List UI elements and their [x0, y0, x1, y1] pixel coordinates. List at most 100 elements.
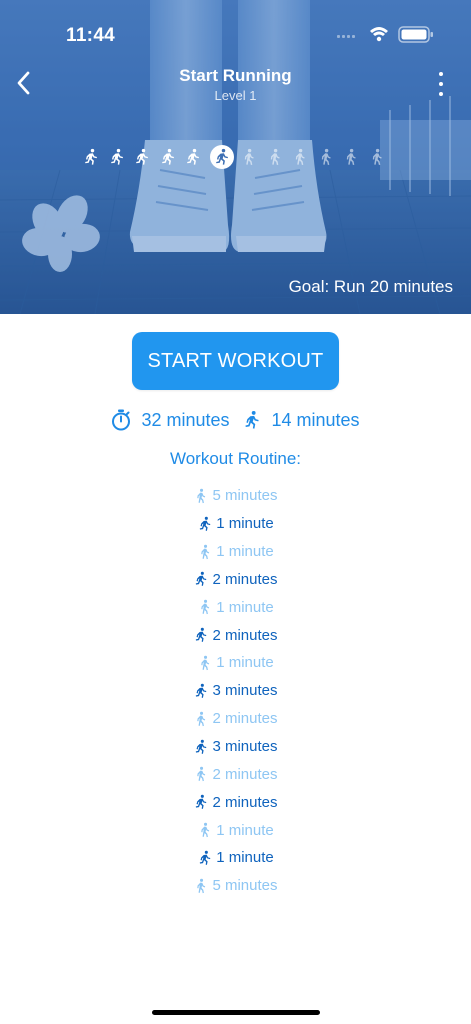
walker-icon: [347, 148, 357, 165]
routine-item: 2 minutes: [0, 705, 471, 733]
battery-icon: [398, 26, 433, 43]
level-step-8[interactable]: [264, 145, 286, 169]
routine-item: 5 minutes: [0, 482, 471, 510]
level-step-3[interactable]: [131, 145, 153, 169]
runner-icon: [193, 739, 209, 755]
level-step-2[interactable]: [106, 145, 128, 169]
routine-item: 5 minutes: [0, 872, 471, 900]
runner-icon: [216, 148, 228, 165]
runner-icon: [196, 739, 207, 754]
routine-item-label: 1 minute: [216, 543, 274, 561]
status-bar: 11:44: [0, 0, 471, 60]
routine-item: 1 minute: [0, 816, 471, 844]
walker-icon: [197, 655, 213, 671]
more-vertical-icon: [439, 72, 443, 76]
routine-item-label: 1 minute: [216, 515, 274, 533]
total-time-stat: 32 minutes: [111, 409, 230, 431]
walker-icon: [321, 148, 331, 165]
walker-icon: [193, 488, 209, 504]
routine-item-label: 1 minute: [216, 654, 274, 672]
routine-title: Workout Routine:: [169, 449, 302, 468]
walker-icon: [197, 822, 213, 838]
runner-icon: [85, 148, 97, 165]
hero-banner: 11:44 Start Running Level 1 Goal: Run 20…: [0, 0, 471, 314]
routine-item-label: 1 minute: [216, 849, 274, 867]
level-step-5[interactable]: [182, 145, 204, 169]
runner-icon: [193, 683, 209, 699]
routine-item-label: 2 minutes: [212, 765, 278, 783]
routine-list: 5 minutes 1 minute 1 minute 2 minutes 1 minu…: [0, 482, 471, 900]
walker-icon: [295, 148, 305, 165]
page-title: Start Running: [179, 66, 292, 85]
routine-item: 2 minutes: [0, 788, 471, 816]
runner-icon: [161, 148, 174, 165]
runner-icon: [200, 516, 211, 531]
walker-icon: [270, 148, 280, 165]
routine-item: 2 minutes: [0, 621, 471, 649]
walker-icon: [197, 878, 206, 893]
running-time-stat: 14 minutes: [242, 409, 360, 431]
goal-text: Goal: Run 20 minutes: [288, 277, 453, 296]
running-time-value: 14 minutes: [271, 409, 360, 430]
level-step-10[interactable]: [315, 145, 337, 169]
runner-icon: [196, 683, 207, 698]
routine-item-label: 1 minute: [216, 598, 274, 616]
runner-icon: [110, 148, 123, 165]
walker-icon: [197, 711, 206, 726]
level-step-7[interactable]: [238, 145, 260, 169]
routine-item: 1 minute: [0, 844, 471, 872]
walker-icon: [201, 822, 210, 838]
runner-icon: [196, 572, 207, 587]
routine-item: 1 minute: [0, 510, 471, 538]
routine-item: 1 minute: [0, 593, 471, 621]
level-step-11[interactable]: [340, 145, 362, 169]
runner-icon: [196, 795, 207, 810]
wifi-icon: [370, 27, 388, 42]
runner-icon: [193, 627, 209, 643]
level-step-9[interactable]: [289, 145, 311, 169]
more-menu-button[interactable]: [435, 72, 447, 96]
runner-icon: [197, 850, 213, 866]
stopwatch-icon: [112, 409, 131, 431]
workout-stats: 32 minutes 14 minutes: [0, 406, 471, 434]
runner-icon: [245, 411, 259, 429]
level-step-4[interactable]: [157, 145, 179, 169]
level-step-6[interactable]: [209, 145, 234, 169]
runner-icon: [197, 516, 213, 532]
routine-item: 1 minute: [0, 538, 471, 566]
walker-icon: [197, 544, 213, 560]
runner-icon: [187, 148, 200, 165]
runner-icon: [193, 571, 209, 587]
walker-icon: [193, 766, 209, 782]
level-step-12[interactable]: [366, 145, 388, 169]
runner-icon: [136, 148, 149, 165]
routine-item-label: 2 minutes: [212, 710, 278, 728]
runner-icon: [200, 850, 211, 865]
routine-item-label: 3 minutes: [212, 682, 278, 700]
routine-item-label: 5 minutes: [212, 877, 278, 895]
routine-item-label: 1 minute: [216, 821, 274, 839]
routine-item-label: 3 minutes: [212, 738, 278, 756]
level-step-1[interactable]: [80, 145, 102, 169]
routine-item: 3 minutes: [0, 677, 471, 705]
routine-item-label: 2 minutes: [212, 793, 278, 811]
routine-item: 3 minutes: [0, 733, 471, 761]
runner-icon: [196, 627, 207, 643]
status-icons: [337, 24, 437, 51]
walker-icon: [197, 599, 213, 615]
walker-icon: [193, 711, 209, 727]
total-time-value: 32 minutes: [141, 409, 230, 430]
walker-icon: [197, 488, 206, 503]
status-time: 11:44: [66, 25, 116, 46]
walker-icon: [244, 148, 254, 165]
walker-icon: [201, 655, 210, 671]
walker-icon: [193, 878, 209, 894]
routine-item-label: 2 minutes: [212, 570, 278, 588]
signal-icon: [337, 35, 355, 38]
level-progress: [80, 143, 392, 171]
start-workout-button[interactable]: START WORKOUT: [132, 332, 339, 390]
walker-icon: [201, 544, 210, 559]
routine-item: 1 minute: [0, 649, 471, 677]
runner-icon: [193, 794, 209, 810]
home-indicator[interactable]: [152, 1010, 320, 1015]
